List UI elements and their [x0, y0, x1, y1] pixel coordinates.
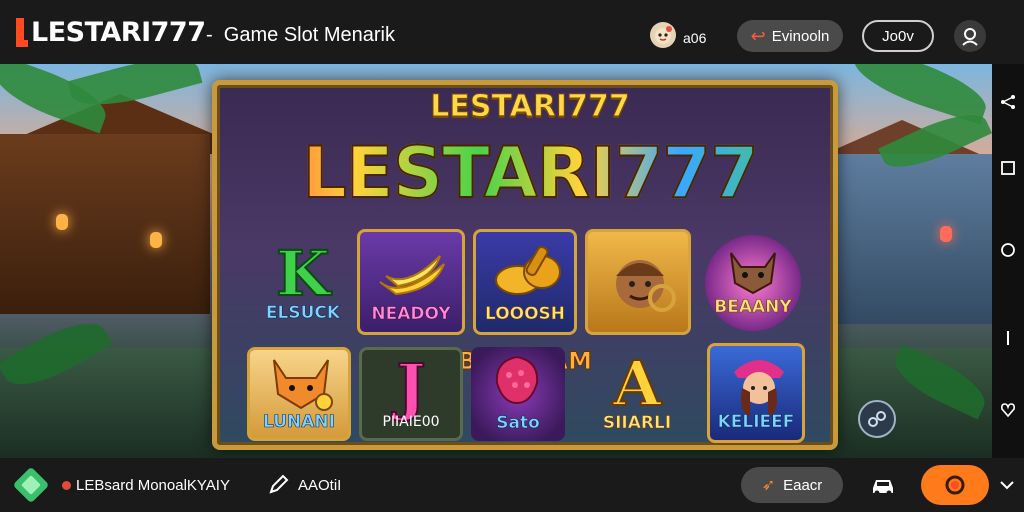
tile-label: NEADOY — [371, 304, 451, 325]
slot-tile-fox[interactable]: LUNANI — [247, 347, 351, 441]
lantern — [940, 226, 952, 242]
coin-count: a06 — [683, 30, 707, 46]
panel-small-title: LESTARI777 — [430, 89, 630, 125]
car-icon — [873, 480, 893, 496]
slot-tile-k[interactable]: K ELSUCK — [257, 235, 349, 331]
user-name[interactable]: LEBsard MonoalKYAIY — [76, 477, 230, 494]
slot-tile-character[interactable] — [585, 229, 691, 335]
top-bar: LESTARI777 - Game Slot Menarik a06 ↩ Evi… — [0, 0, 1024, 64]
exit-button-label: Evinooln — [771, 27, 830, 45]
girl-portrait-icon — [734, 360, 784, 416]
tile-label: PIIAIE00 — [382, 414, 440, 430]
slot-tile-gold[interactable]: LOOOSH — [473, 229, 577, 335]
exit-button[interactable]: ↩ Evinooln — [737, 20, 843, 52]
link-button[interactable] — [858, 400, 896, 438]
raspberry-icon — [495, 355, 539, 405]
tile-label: KELIEEF — [717, 412, 795, 433]
page-subtitle: - Game Slot Menarik — [206, 24, 395, 47]
status-dot — [62, 481, 71, 490]
slot-tile-animal[interactable]: BEAANY — [705, 235, 801, 331]
play-toggle-button[interactable] — [921, 465, 989, 505]
heart-icon[interactable] — [1000, 402, 1016, 418]
character-portrait-icon — [616, 260, 676, 312]
lantern — [150, 232, 162, 248]
logo-text: LESTARI777 — [31, 16, 206, 48]
tile-label: Sato — [496, 413, 540, 434]
tile-symbol-j: J — [395, 350, 426, 423]
chevron-down-icon[interactable] — [998, 476, 1016, 494]
exit-arrow-icon: ↩ — [750, 26, 766, 46]
left-hut — [0, 134, 210, 314]
avatar-button[interactable] — [954, 20, 986, 52]
tile-label: BEAANY — [714, 297, 792, 318]
gold-pot-icon — [495, 245, 561, 295]
subtitle-separator: - — [206, 24, 213, 46]
square-icon[interactable] — [1000, 160, 1016, 176]
power-icon — [945, 475, 965, 495]
edit-label[interactable]: AAOtiI — [298, 477, 341, 494]
right-house — [822, 154, 992, 324]
site-logo[interactable]: LESTARI777 — [14, 14, 206, 50]
circle-icon[interactable] — [1000, 242, 1016, 258]
panel-big-title: LESTARI777 — [217, 132, 843, 214]
bar-icon[interactable] — [1000, 330, 1016, 346]
logo-mark-icon — [16, 18, 28, 47]
pencil-icon[interactable] — [267, 472, 291, 496]
outline-button-label: Jo0v — [882, 27, 914, 45]
car-button[interactable] — [866, 468, 900, 502]
enter-button[interactable]: ➶ Eaacr — [741, 467, 843, 503]
slot-tile-j[interactable]: J PIIAIE00 — [359, 347, 463, 441]
game-scene: LESTARI777 LESTARI777 K ELSUCK NEADOY LO… — [0, 64, 992, 458]
enter-button-label: Eaacr — [783, 476, 823, 494]
fox-icon — [730, 252, 776, 295]
share-icon[interactable] — [1000, 94, 1016, 110]
lantern — [56, 214, 68, 230]
outline-button[interactable]: Jo0v — [862, 20, 934, 52]
tile-label: ELSUCK — [265, 303, 341, 324]
tile-label: LUNANI — [263, 412, 336, 433]
tile-symbol-k: K — [275, 237, 331, 310]
slot-tile-berry[interactable]: Sato — [471, 347, 565, 441]
slot-tile-banana[interactable]: NEADOY — [357, 229, 465, 335]
slot-tile-a[interactable]: A SIIARLI — [589, 347, 685, 441]
link-icon — [868, 411, 886, 427]
tile-symbol-a: A — [612, 347, 662, 420]
fox-character-icon — [273, 359, 333, 411]
mascot-face-icon — [655, 26, 672, 44]
tile-label: LOOOSH — [484, 304, 566, 325]
rocket-icon: ➶ — [761, 477, 776, 494]
slot-tile-girl[interactable]: KELIEEF — [707, 343, 805, 443]
right-sidebar — [992, 64, 1024, 458]
gem-icon[interactable] — [12, 466, 50, 504]
subtitle-text: Game Slot Menarik — [223, 24, 395, 46]
mascot-chip-icon[interactable] — [650, 22, 676, 48]
banana-icon — [379, 255, 445, 296]
tile-label: SIIARLI — [602, 413, 672, 434]
slot-game-panel[interactable]: LESTARI777 LESTARI777 K ELSUCK NEADOY LO… — [212, 80, 838, 450]
avatar-icon — [962, 28, 978, 46]
